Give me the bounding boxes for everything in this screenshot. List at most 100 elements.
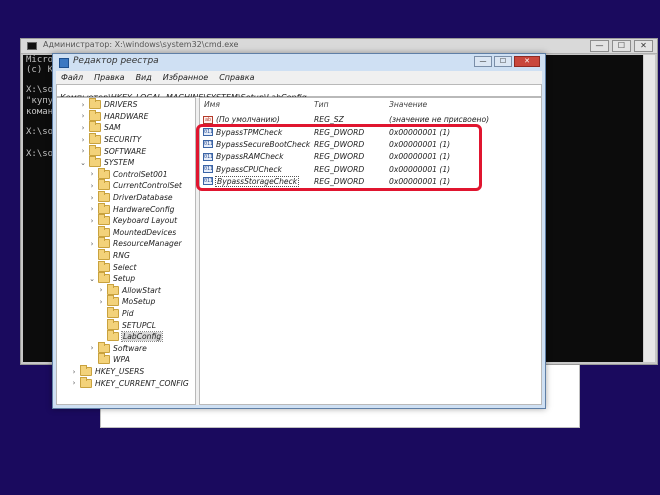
tree-item[interactable]: › DRIVERS (79, 98, 137, 111)
tree-item-label: ResourceManager (113, 239, 182, 249)
expand-chevron-icon[interactable]: › (88, 182, 96, 190)
tree-item-label: SYSTEM (104, 158, 135, 168)
tree-item[interactable]: RNG (88, 249, 130, 262)
cmd-close-button[interactable]: ✕ (634, 40, 653, 52)
tree-item-label: HKEY_CURRENT_CONFIG (95, 378, 189, 388)
folder-icon (98, 260, 110, 272)
tree-item-label: SECURITY (104, 135, 142, 145)
cmd-title: Администратор: X:\windows\system32\cmd.e… (43, 40, 239, 49)
menu-favorites[interactable]: Избранное (163, 71, 208, 84)
cmd-scrollbar[interactable] (643, 55, 655, 362)
folder-icon (107, 318, 119, 330)
regedit-close-button[interactable]: ✕ (514, 56, 540, 67)
tree-item[interactable]: › CurrentControlSet (88, 179, 182, 192)
menu-view[interactable]: Вид (136, 71, 152, 84)
tree-item-label: MoSetup (122, 297, 156, 307)
tree-item[interactable]: › MoSetup (97, 295, 156, 308)
tree-item[interactable]: › HKEY_CURRENT_CONFIG (70, 376, 189, 389)
tree-item-label: SETUPCL (122, 320, 156, 330)
tree-item-label: CurrentControlSet (113, 181, 182, 191)
tree-item[interactable]: ⌄ Setup (88, 272, 136, 285)
column-header-name[interactable]: Имя (204, 100, 220, 112)
folder-icon (98, 341, 110, 353)
menu-bar: Файл Правка Вид Избранное Справка (56, 71, 542, 84)
tree-item[interactable]: Pid (97, 307, 134, 320)
expand-chevron-icon[interactable]: › (97, 286, 105, 294)
cmd-app-icon (27, 42, 37, 50)
regedit-title: Редактор реестра (73, 56, 159, 66)
tree-item-label: MountedDevices (113, 227, 177, 237)
tree-item-label: Setup (113, 274, 136, 284)
menu-edit[interactable]: Правка (94, 71, 124, 84)
expand-chevron-icon[interactable]: › (70, 379, 78, 387)
tree-item[interactable]: › SOFTWARE (79, 144, 146, 157)
tree-item-label: Pid (122, 309, 134, 319)
folder-icon (107, 330, 119, 342)
regedit-maximize-button[interactable]: ☐ (494, 56, 512, 67)
expand-chevron-icon[interactable]: › (88, 344, 96, 352)
tree-item[interactable]: LabConfig (97, 330, 164, 343)
tree-item-label: AllowStart (122, 285, 161, 295)
expand-chevron-icon[interactable]: › (79, 101, 87, 109)
collapse-chevron-icon[interactable]: ⌄ (79, 159, 87, 167)
tree-item[interactable]: › DriverDatabase (88, 191, 173, 204)
tree-item-label: HKEY_USERS (95, 367, 145, 377)
expand-chevron-icon[interactable]: › (88, 194, 96, 202)
tree-item-label: RNG (113, 251, 130, 261)
tree-item[interactable]: ⌄ SYSTEM (79, 156, 135, 169)
tree-item[interactable]: WPA (88, 353, 130, 366)
tree-item[interactable]: › Software (88, 341, 147, 355)
registry-tree[interactable]: › DRIVERS › HARDWARE › SAM › SECURITY › SOFTWARE ⌄… (56, 97, 196, 405)
highlight-annotation (196, 124, 482, 191)
tree-item[interactable]: SETUPCL (97, 318, 156, 331)
menu-file[interactable]: Файл (61, 71, 83, 84)
menu-help[interactable]: Справка (219, 71, 254, 84)
tree-item[interactable]: › SECURITY (79, 133, 142, 146)
address-bar[interactable]: Компьютер\HKEY_LOCAL_MACHINE\SYSTEM\Setu… (56, 84, 542, 102)
folder-icon (107, 295, 119, 307)
tree-item-label: HardwareConfig (113, 204, 175, 214)
tree-item[interactable]: › HARDWARE (79, 109, 148, 123)
tree-item[interactable]: › HKEY_USERS (70, 365, 145, 378)
expand-chevron-icon[interactable]: › (70, 368, 78, 376)
expand-chevron-icon[interactable]: › (88, 205, 96, 213)
collapse-chevron-icon[interactable]: ⌄ (88, 275, 96, 283)
tree-item-label: Select (113, 262, 137, 272)
folder-icon (89, 144, 101, 156)
cmd-line: X:\so (26, 127, 54, 137)
cmd-line: коман (26, 107, 54, 117)
tree-item[interactable]: › Keyboard Layout (88, 214, 177, 227)
tree-item[interactable]: Select (88, 260, 137, 273)
regedit-minimize-button[interactable]: — (474, 56, 492, 67)
regedit-app-icon (59, 58, 69, 68)
tree-item[interactable]: MountedDevices (88, 225, 177, 239)
folder-icon (98, 179, 110, 191)
folder-icon (89, 121, 101, 133)
folder-icon (89, 109, 101, 121)
cmd-line: X:\so (26, 149, 54, 159)
tree-item[interactable]: › ResourceManager (88, 237, 182, 250)
expand-chevron-icon[interactable]: › (88, 240, 96, 248)
tree-item[interactable]: › ControlSet001 (88, 167, 168, 181)
column-header-type[interactable]: Тип (314, 100, 329, 112)
tree-item[interactable]: › HardwareConfig (88, 202, 175, 215)
folder-icon (89, 98, 101, 110)
expand-chevron-icon[interactable]: › (97, 298, 105, 306)
expand-chevron-icon[interactable]: › (88, 170, 96, 178)
cmd-titlebar[interactable]: Администратор: X:\windows\system32\cmd.e… (21, 39, 657, 54)
cmd-maximize-button[interactable]: ☐ (612, 40, 631, 52)
expand-chevron-icon[interactable]: › (79, 147, 87, 155)
cmd-minimize-button[interactable]: — (590, 40, 609, 52)
folder-icon (107, 307, 119, 319)
expand-chevron-icon[interactable]: › (79, 112, 87, 120)
folder-icon (98, 202, 110, 214)
expand-chevron-icon[interactable]: › (79, 124, 87, 132)
expand-chevron-icon[interactable]: › (79, 136, 87, 144)
column-header-data[interactable]: Значение (389, 100, 427, 112)
expand-chevron-icon[interactable]: › (88, 217, 96, 225)
tree-item[interactable]: › AllowStart (97, 283, 161, 297)
folder-icon (98, 237, 110, 249)
folder-icon (80, 365, 92, 377)
tree-item[interactable]: › SAM (79, 121, 121, 134)
regedit-titlebar[interactable]: Редактор реестра — ☐ ✕ (53, 54, 545, 71)
